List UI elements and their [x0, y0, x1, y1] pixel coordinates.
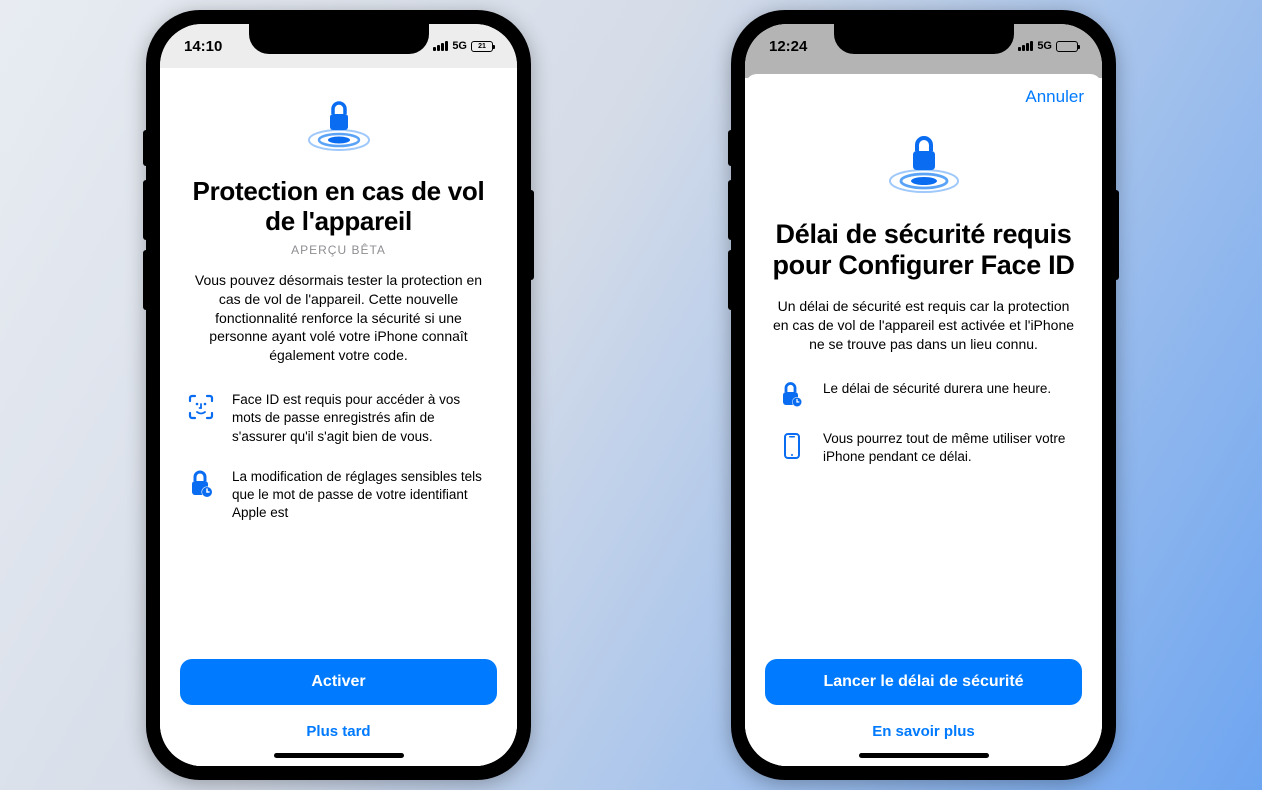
- button-area: Lancer le délai de sécurité En savoir pl…: [745, 649, 1102, 766]
- cancel-button[interactable]: Annuler: [1025, 87, 1084, 107]
- lock-timer-icon: [186, 468, 216, 498]
- home-indicator[interactable]: [859, 753, 989, 758]
- status-time: 14:10: [184, 38, 222, 55]
- status-right: 5G 21: [433, 40, 493, 52]
- status-right: 5G: [1018, 40, 1078, 52]
- notch: [834, 24, 1014, 54]
- later-button[interactable]: Plus tard: [180, 715, 497, 748]
- modal-sheet: Annuler Délai de sécurité requis pour Co…: [745, 74, 1102, 766]
- learn-more-button[interactable]: En savoir plus: [765, 715, 1082, 748]
- feature-item: Face ID est requis pour accéder à vos mo…: [186, 391, 491, 446]
- feature-text: La modification de réglages sensibles te…: [232, 468, 491, 523]
- phone-mockup-right: 12:24 5G Annuler: [731, 10, 1116, 780]
- feature-list: Face ID est requis pour accéder à vos mo…: [186, 391, 491, 544]
- subtitle-badge: APERÇU BÊTA: [291, 243, 386, 257]
- screen: 12:24 5G Annuler: [745, 24, 1102, 766]
- feature-text: Le délai de sécurité durera une heure.: [823, 380, 1051, 398]
- description-text: Vous pouvez désormais tester la protecti…: [186, 271, 491, 365]
- start-delay-button[interactable]: Lancer le délai de sécurité: [765, 659, 1082, 705]
- battery-icon: [1056, 41, 1078, 52]
- page-title: Protection en cas de vol de l'appareil: [186, 177, 491, 237]
- lock-timer-icon: [777, 380, 807, 408]
- feature-list: Le délai de sécurité durera une heure. V…: [771, 380, 1076, 488]
- feature-text: Vous pourrez tout de même utiliser votre…: [823, 430, 1070, 466]
- home-indicator[interactable]: [274, 753, 404, 758]
- feature-item: La modification de réglages sensibles te…: [186, 468, 491, 523]
- iphone-icon: [777, 430, 807, 460]
- screen: 14:10 5G 21 Protection en cas d: [160, 24, 517, 766]
- phone-mockup-left: 14:10 5G 21 Protection en cas d: [146, 10, 531, 780]
- lock-ripple-icon: [885, 134, 963, 201]
- button-area: Activer Plus tard: [160, 649, 517, 766]
- content-area: Délai de sécurité requis pour Configurer…: [745, 120, 1102, 649]
- network-label: 5G: [1037, 40, 1052, 52]
- face-id-icon: [186, 391, 216, 421]
- description-text: Un délai de sécurité est requis car la p…: [771, 297, 1076, 354]
- battery-icon: 21: [471, 41, 493, 52]
- modal-sheet: Protection en cas de vol de l'appareil A…: [160, 64, 517, 766]
- sheet-header: Annuler: [745, 74, 1102, 120]
- activate-button[interactable]: Activer: [180, 659, 497, 705]
- status-time: 12:24: [769, 38, 807, 55]
- page-title: Délai de sécurité requis pour Configurer…: [771, 219, 1076, 281]
- lock-ripple-icon: [304, 98, 374, 159]
- signal-icon: [1018, 41, 1033, 51]
- feature-text: Face ID est requis pour accéder à vos mo…: [232, 391, 491, 446]
- feature-item: Le délai de sécurité durera une heure.: [777, 380, 1070, 408]
- network-label: 5G: [452, 40, 467, 52]
- signal-icon: [433, 41, 448, 51]
- feature-item: Vous pourrez tout de même utiliser votre…: [777, 430, 1070, 466]
- notch: [249, 24, 429, 54]
- content-area: Protection en cas de vol de l'appareil A…: [160, 64, 517, 649]
